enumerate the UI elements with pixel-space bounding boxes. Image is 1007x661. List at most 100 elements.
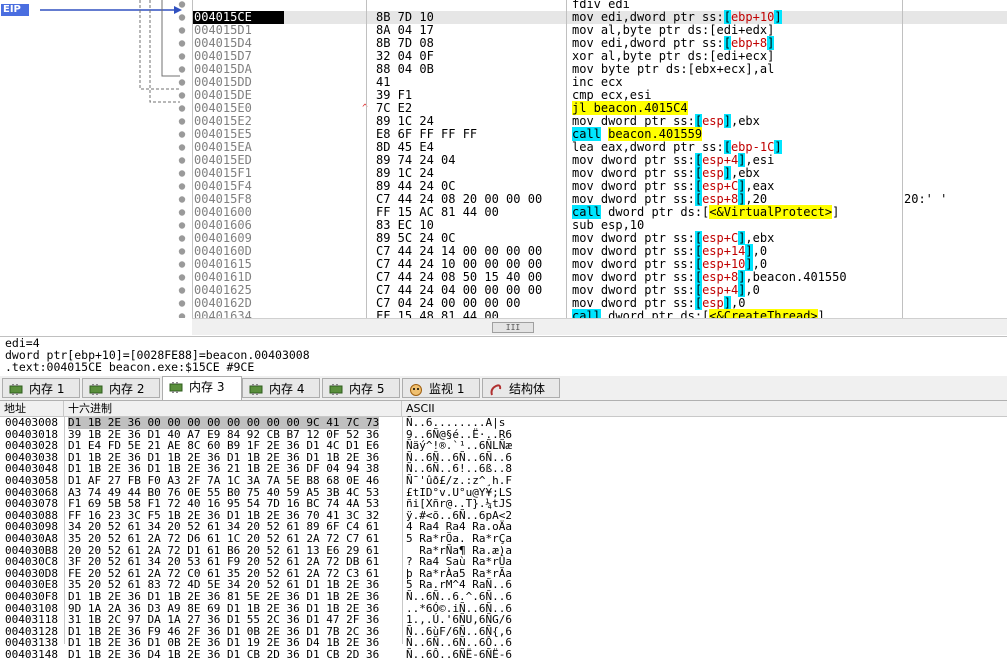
breakpoint-dot [178, 248, 186, 255]
instruction-token: esp [702, 296, 724, 310]
instruction-token: [ [723, 140, 731, 154]
dump-ascii: Ñ¯'ûð£/z.:z^¸h.F [406, 474, 512, 487]
tab-7[interactable]: 结构体 [482, 378, 560, 398]
horizontal-scrollbar[interactable]: III [192, 318, 1007, 335]
dump-hex[interactable]: D1 1B 2E 36 D1 0B 2E 36 D1 19 2E 36 D4 1… [68, 637, 379, 649]
instruction-token: mov edi,dword ptr ss: [572, 10, 724, 24]
scroll-thumb[interactable]: III [492, 322, 534, 333]
dump-ascii: Ñ..6Ñ..6Ñ..6Ô..6 [406, 636, 512, 650]
instruction-token: [ [694, 166, 703, 180]
instruction-token: [ [694, 231, 703, 245]
dump-row[interactable]: 00403058 D1 AF 27 FB F0 A3 2F 7A 1C 3A 7A… [0, 475, 1007, 487]
breakpoint-dot [178, 235, 186, 242]
instruction-token: ,0 [752, 257, 768, 271]
tab-4[interactable]: 内存 4 [242, 378, 320, 398]
watch-icon [409, 382, 423, 396]
instruction-token: mov dword ptr ss: [572, 296, 695, 310]
instruction-token: ,beacon.401550 [745, 270, 847, 284]
instruction-token: esp+8 [702, 270, 739, 284]
memory-icon [329, 382, 343, 395]
tab-2[interactable]: 内存 2 [82, 378, 160, 398]
col-separator [566, 0, 567, 318]
dump-row[interactable]: 00403008 D1 1B 2E 36 00 00 00 00 00 00 00… [0, 417, 1007, 429]
col-separator [902, 0, 903, 318]
instruction-token: [ [694, 179, 703, 193]
breakpoint-dot [178, 27, 186, 34]
memory-icon [249, 382, 263, 395]
breakpoint-dots [178, 1, 186, 318]
instruction-token: ,0 [745, 283, 760, 297]
tab-label: 内存 5 [349, 382, 385, 396]
breakpoint-dot [178, 14, 186, 21]
instruction-token: mov dword ptr ss: [572, 270, 695, 284]
breakpoint-dot [178, 131, 186, 138]
breakpoint-dot [178, 1, 186, 8]
dump-address: 004030F8 [5, 590, 58, 603]
breakpoint-dot [178, 313, 186, 318]
instruction-token: <&VirtualProtect> [709, 205, 833, 219]
instruction-token: ,0 [752, 244, 768, 258]
instruction-token: [ [694, 153, 703, 167]
instruction-token: mov dword ptr ss: [572, 244, 695, 258]
instruction-token: ] [832, 205, 840, 219]
dump-row[interactable]: 004030A8 35 20 52 61 2A 72 D6 61 1C 20 52… [0, 533, 1007, 545]
tab-1[interactable]: 内存 1 [2, 378, 80, 398]
instruction-token: mov dword ptr ss: [572, 283, 695, 297]
breakpoint-dot [178, 287, 186, 294]
instruction-token: ] [767, 36, 775, 50]
instruction-token: ] [723, 114, 731, 128]
breakpoint-dot [178, 196, 186, 203]
instruction-token: ,0 [730, 296, 746, 310]
instruction-token: ] [745, 257, 753, 271]
instruction-token: inc ecx [572, 75, 623, 89]
col-header-ascii[interactable]: ASCII [402, 401, 1007, 416]
tab-label: 监视 1 [429, 382, 465, 396]
breakpoint-dot [178, 157, 186, 164]
breakpoint-dot [178, 66, 186, 73]
dump-row[interactable]: 004030F8 D1 1B 2E 36 D1 1B 2E 36 81 5E 2E… [0, 591, 1007, 603]
tab-label: 内存 3 [189, 380, 225, 394]
dump-hex[interactable]: D1 1B 2E 36 D1 1B 2E 36 81 5E 2E 36 D1 1… [68, 591, 379, 603]
dump-hex[interactable]: 35 20 52 61 2A 72 D6 61 1C 20 52 61 2A 7… [68, 533, 379, 545]
instruction-token: esp+10 [702, 257, 746, 271]
instruction-token: dword ptr ds:[ [600, 205, 710, 219]
dump-address: 00403148 [5, 648, 58, 661]
col-header-address[interactable]: 地址 [0, 401, 64, 416]
dump-row[interactable]: 00403138 D1 1B 2E 36 D1 0B 2E 36 D1 19 2E… [0, 637, 1007, 649]
instruction-token: dword ptr ds:[ [600, 309, 710, 319]
instruction-token: mov dword ptr ss: [572, 231, 695, 245]
memory-dump-pane[interactable]: 地址 十六进制 ASCII 00403008 D1 1B 2E 36 00 00 … [0, 401, 1007, 660]
instruction-token: ,eax [745, 179, 775, 193]
col-header-hex[interactable]: 十六进制 [64, 401, 402, 416]
instruction-token: call [572, 309, 601, 318]
instruction-token: [ [694, 283, 703, 297]
dump-hex[interactable]: D1 1B 2E 36 00 00 00 00 00 00 00 00 9C 4… [68, 417, 380, 429]
dump-address: 00403008 [5, 416, 58, 429]
instruction-token: call [572, 127, 601, 141]
dump-address: 00403058 [5, 474, 58, 487]
breakpoint-dot [178, 222, 186, 229]
instruction-token: [ [694, 114, 703, 128]
breakpoint-dot [178, 144, 186, 151]
disassembly-pane[interactable]: EIP fdiv edi 004015CE 8B 7D 10 mov edi,dwor… [0, 0, 1007, 318]
tab-5[interactable]: 内存 5 [322, 378, 400, 398]
instruction-token: beacon.401559 [608, 127, 703, 141]
breakpoint-dot [178, 183, 186, 190]
dump-hex[interactable]: D1 AF 27 FB F0 A3 2F 7A 1C 3A 7A 5E B8 6… [68, 475, 379, 487]
instruction-token: ebp+10 [730, 10, 775, 24]
info-line: .text:004015CE beacon.exe:$15CE #9CE [5, 360, 255, 374]
instruction-token: [ [723, 10, 731, 24]
instruction-token: lea eax,dword ptr ss: [572, 140, 724, 154]
instruction-token: ] [745, 244, 753, 258]
tab-3[interactable]: 内存 3 [162, 376, 242, 400]
instruction-token: ,ebx [730, 166, 760, 180]
instruction-token: [ [694, 192, 703, 206]
disasm-row[interactable]: 00401634 FF 15 48 81 44 00 call dword ptr … [192, 309, 1007, 319]
dump-row[interactable]: 00403148 D1 1B 2E 36 D4 1B 2E 36 D1 CB 2D… [0, 649, 1007, 661]
breakpoint-dot [178, 53, 186, 60]
tab-6[interactable]: 监视 1 [402, 378, 480, 398]
instruction-token: esp+14 [702, 244, 746, 258]
breakpoint-dot [178, 105, 186, 112]
dump-ascii: 5 Ra*rÖa. Ra*rÇa [406, 532, 512, 545]
dump-hex[interactable]: D1 1B 2E 36 D4 1B 2E 36 D1 CB 2D 36 D1 C… [68, 649, 379, 661]
